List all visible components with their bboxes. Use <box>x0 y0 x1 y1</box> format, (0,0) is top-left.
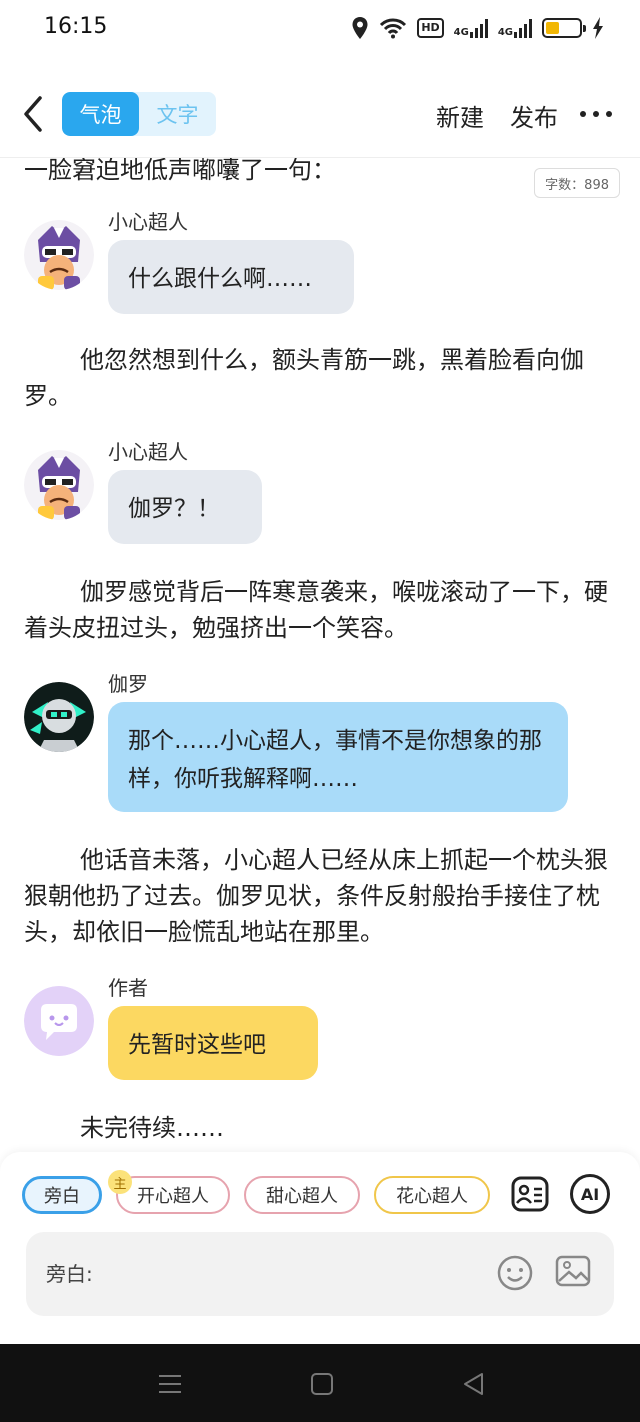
speaker-name: 伽罗 <box>108 672 148 696</box>
chat-message[interactable]: 作者 先暂时这些吧 <box>24 972 624 1092</box>
image-button[interactable] <box>554 1252 592 1290</box>
emoji-button[interactable] <box>496 1254 534 1292</box>
avatar-xiaoxin[interactable] <box>24 220 94 290</box>
location-icon <box>351 16 369 40</box>
speaker-name: 小心超人 <box>108 440 188 464</box>
home-icon <box>311 1373 333 1395</box>
avatar-jialuo[interactable] <box>24 682 94 752</box>
speech-bubble[interactable]: 伽罗？！ <box>108 470 262 544</box>
role-chip-kaixin[interactable]: 开心超人 <box>116 1176 230 1214</box>
story-content[interactable]: 一脸窘迫地低声嘟囔了一句： 字数：898 小心超人 什么跟什么啊…… 他忽然想到… <box>0 158 640 1152</box>
word-count-badge: 字数：898 <box>534 168 620 198</box>
signal-2-icon: 4G <box>498 18 532 38</box>
image-icon <box>555 1255 591 1287</box>
status-bar: 16:15 HD 4G 4G <box>0 0 640 58</box>
battery-icon <box>542 18 586 38</box>
ai-button[interactable]: AI <box>570 1174 610 1214</box>
narration-text: 一脸窘迫地低声嘟囔了一句： <box>24 158 336 184</box>
back-icon <box>464 1373 483 1395</box>
menu-button[interactable] <box>156 1370 184 1398</box>
composer-panel: 旁白 主 开心超人 甜心超人 花心超人 AI <box>0 1152 640 1344</box>
network-type-label: 4G <box>497 27 513 38</box>
avatar-xiaoxin[interactable] <box>24 450 94 520</box>
avatar-author[interactable] <box>24 986 94 1056</box>
narration-paragraph[interactable]: 他话音未落，小心超人已经从床上抓起一个枕头狠狠朝他扔了过去。伽罗见状，条件反射般… <box>24 842 616 950</box>
speaker-name: 小心超人 <box>108 210 188 234</box>
chat-message[interactable]: 小心超人 什么跟什么啊…… <box>24 206 624 326</box>
narration-paragraph[interactable]: 他忽然想到什么，额头青筋一跳，黑着脸看向伽罗。 <box>24 342 616 414</box>
role-chip-narration[interactable]: 旁白 <box>22 1176 102 1214</box>
status-icons: HD 4G 4G <box>351 14 604 42</box>
contact-card-icon <box>511 1176 549 1212</box>
narration-paragraph[interactable]: 伽罗感觉背后一阵寒意袭来，喉咙滚动了一下，硬着头皮扭过头，勉强挤出一个笑容。 <box>24 574 616 646</box>
speaker-name: 作者 <box>108 976 148 1000</box>
chat-message[interactable]: 伽罗 那个……小心超人，事情不是你想象的那样，你听我解释啊…… <box>24 668 624 818</box>
home-button[interactable] <box>308 1370 336 1398</box>
back-button[interactable] <box>18 94 50 134</box>
publish-button[interactable]: 发布 <box>510 98 558 133</box>
wifi-icon <box>379 17 407 39</box>
role-chip-huaxin[interactable]: 花心超人 <box>374 1176 490 1214</box>
network-type-label: 4G <box>453 27 469 38</box>
role-chip-tianxin[interactable]: 甜心超人 <box>244 1176 360 1214</box>
speech-bubble[interactable]: 先暂时这些吧 <box>108 1006 318 1080</box>
tab-bubble[interactable]: 气泡 <box>62 92 139 136</box>
chat-message[interactable]: 小心超人 伽罗？！ <box>24 436 624 556</box>
speech-bubble[interactable]: 那个……小心超人，事情不是你想象的那样，你听我解释啊…… <box>108 702 568 812</box>
charging-icon <box>592 17 604 39</box>
speech-bubble[interactable]: 什么跟什么啊…… <box>108 240 354 314</box>
new-button[interactable]: 新建 <box>436 98 484 133</box>
top-bar: 气泡 文字 新建 发布 <box>0 78 640 158</box>
narration-paragraph[interactable]: 未完待续…… <box>24 1110 616 1146</box>
tab-text[interactable]: 文字 <box>139 92 216 136</box>
system-back-button[interactable] <box>460 1370 488 1398</box>
role-manager-button[interactable] <box>510 1174 550 1214</box>
menu-icon <box>159 1375 181 1393</box>
main-character-badge: 主 <box>108 1170 132 1194</box>
hd-icon: HD <box>417 18 444 38</box>
emoji-icon <box>497 1255 533 1291</box>
system-navigation-bar <box>0 1344 640 1422</box>
chevron-left-icon <box>24 96 42 132</box>
more-options-button[interactable] <box>580 102 612 126</box>
narration-input[interactable] <box>46 1232 486 1316</box>
signal-1-icon: 4G <box>454 18 488 38</box>
mode-toggle: 气泡 文字 <box>62 92 216 136</box>
status-time: 16:15 <box>44 14 108 39</box>
input-area <box>26 1232 614 1316</box>
